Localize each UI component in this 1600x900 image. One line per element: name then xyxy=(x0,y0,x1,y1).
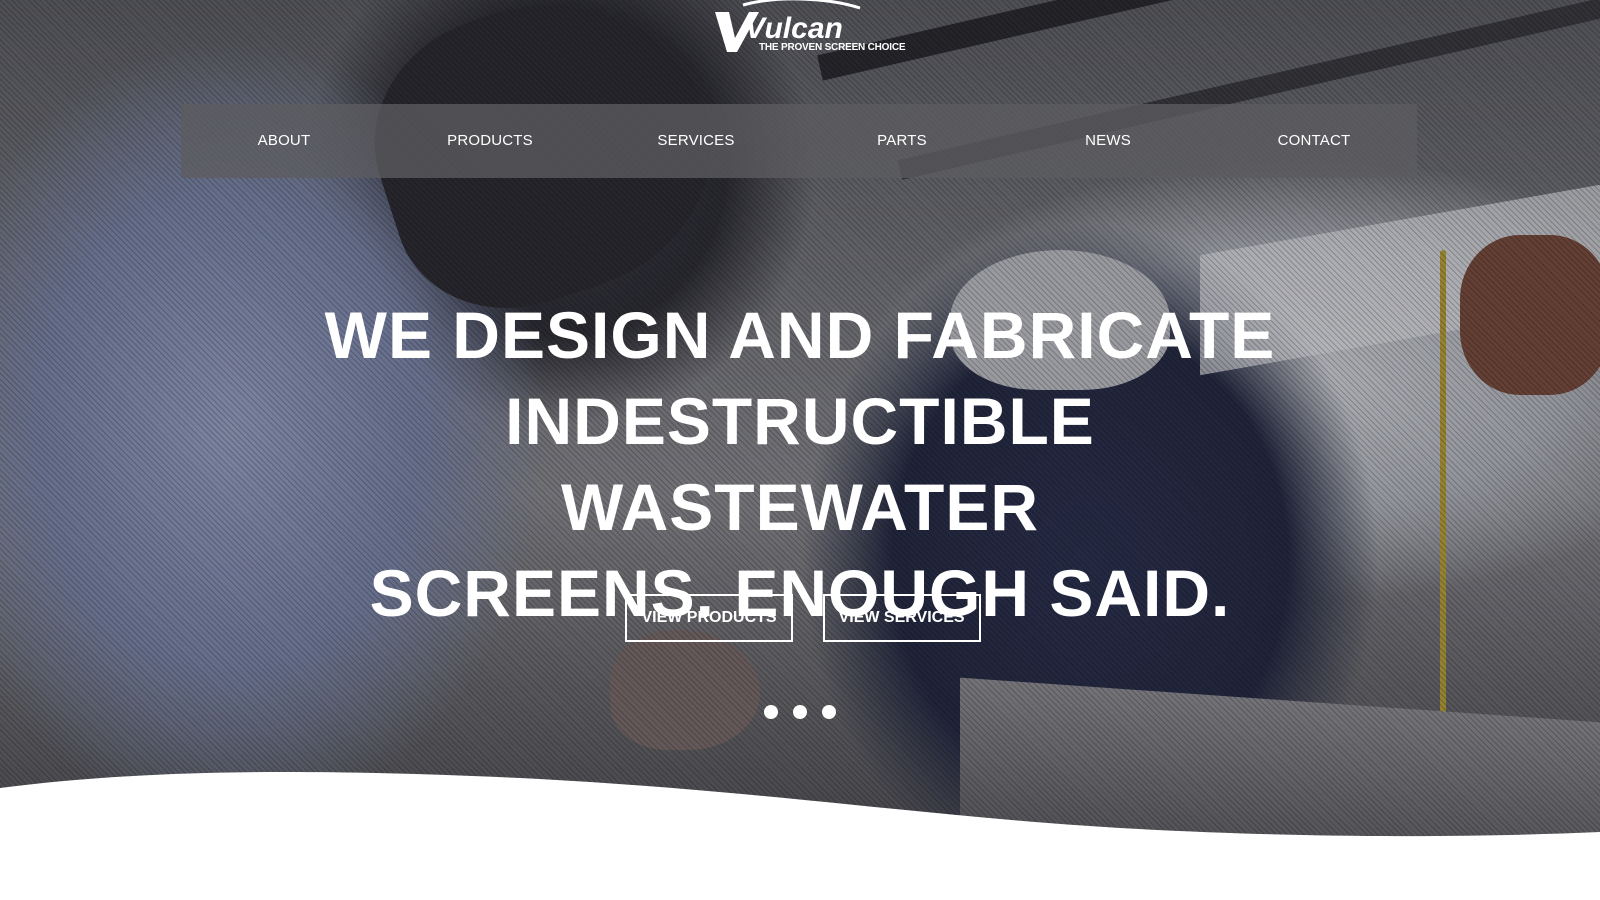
view-products-button[interactable]: VIEW PRODUCTS xyxy=(625,594,793,642)
nav-item-news[interactable]: NEWS xyxy=(1005,104,1211,178)
slider-dots xyxy=(0,705,1600,719)
slider-dot-2[interactable] xyxy=(793,705,807,719)
nav-item-about[interactable]: ABOUT xyxy=(181,104,387,178)
page: Vulcan THE PROVEN SCREEN CHOICE ABOUT PR… xyxy=(0,0,1600,900)
nav-item-services[interactable]: SERVICES xyxy=(593,104,799,178)
logo-tagline: THE PROVEN SCREEN CHOICE xyxy=(759,42,906,53)
vulcan-logo[interactable]: Vulcan THE PROVEN SCREEN CHOICE xyxy=(715,0,906,60)
nav-item-contact[interactable]: CONTACT xyxy=(1211,104,1417,178)
nav-item-products[interactable]: PRODUCTS xyxy=(387,104,593,178)
main-nav: ABOUT PRODUCTS SERVICES PARTS NEWS CONTA… xyxy=(181,104,1417,178)
hero-headline-line: WE DESIGN AND FABRICATE xyxy=(324,298,1276,372)
hero-headline-line: INDESTRUCTIBLE WASTEWATER xyxy=(505,384,1095,544)
slider-dot-3[interactable] xyxy=(822,705,836,719)
hero-headline: WE DESIGN AND FABRICATE INDESTRUCTIBLE W… xyxy=(260,292,1340,636)
vulcan-logo-text: Vulcan xyxy=(745,12,843,45)
view-services-button[interactable]: VIEW SERVICES xyxy=(822,594,981,642)
nav-item-parts[interactable]: PARTS xyxy=(799,104,1005,178)
slider-dot-1[interactable] xyxy=(764,705,778,719)
hero-cta-group: VIEW PRODUCTS VIEW SERVICES xyxy=(0,594,1600,642)
hero-bottom-wave xyxy=(0,772,1600,900)
